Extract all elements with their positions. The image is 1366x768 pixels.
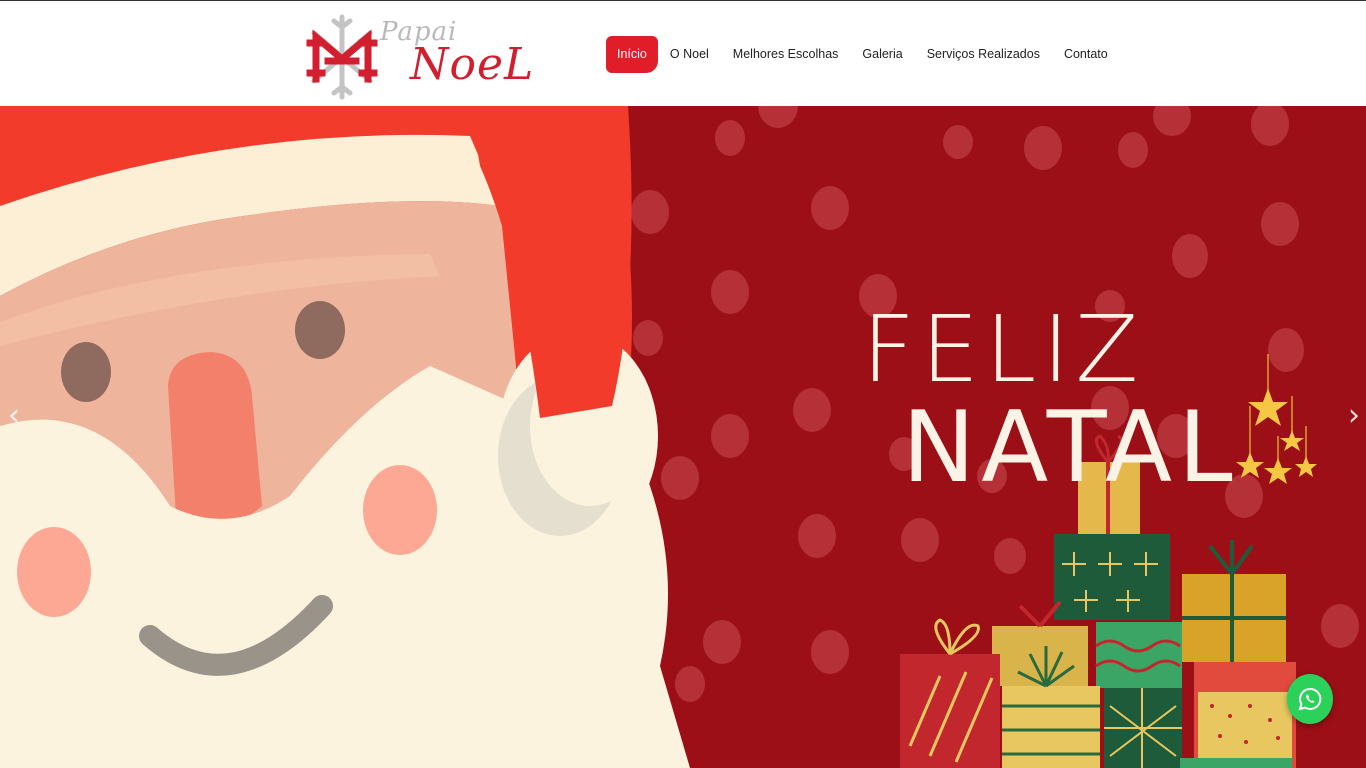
hero-title-line2: NATAL — [902, 391, 1239, 505]
hero-title-line1: FELIZ — [862, 296, 1145, 403]
nav-item-o-noel[interactable]: O Noel — [658, 36, 721, 73]
whatsapp-icon — [1298, 687, 1322, 711]
snowflake-logo-icon — [306, 14, 378, 100]
whatsapp-button[interactable] — [1287, 674, 1333, 724]
hero-slider: FELIZ NATAL — [0, 106, 1366, 768]
chevron-right-icon[interactable]: › — [1342, 398, 1366, 434]
nav-item-galeria[interactable]: Galeria — [850, 36, 914, 73]
chevron-left-icon[interactable]: ‹ — [2, 398, 26, 434]
nav-item-contato[interactable]: Contato — [1052, 36, 1120, 73]
nav-item-servicos-realizados[interactable]: Serviços Realizados — [915, 36, 1052, 73]
nav-item-inicio[interactable]: Início — [606, 36, 658, 73]
logo[interactable]: Papai NoeL — [306, 11, 533, 103]
logo-text-noel: NoeL — [410, 39, 535, 90]
nav-item-melhores-escolhas[interactable]: Melhores Escolhas — [721, 36, 851, 73]
main-nav: Início O Noel Melhores Escolhas Galeria … — [606, 36, 1120, 73]
site-header: Papai NoeL Início O Noel Melhores Escolh… — [0, 0, 1366, 106]
